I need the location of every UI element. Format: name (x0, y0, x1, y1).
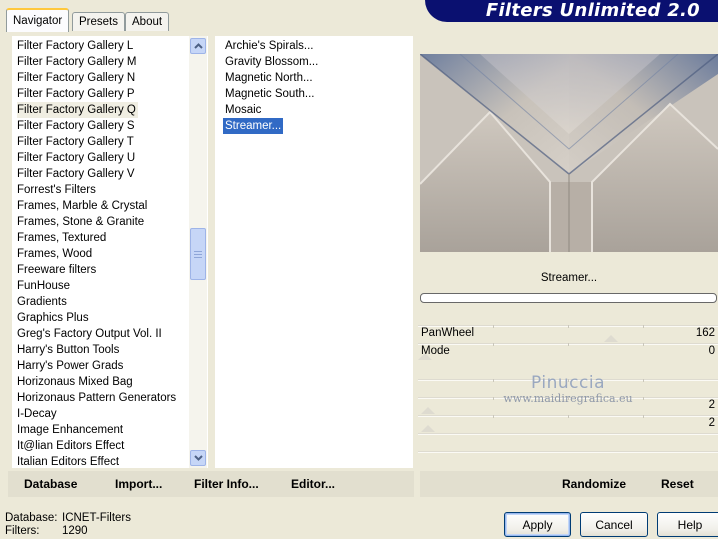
category-item[interactable]: Filter Factory Gallery S (17, 118, 137, 134)
param-label: Mode (421, 345, 450, 357)
database-label: Database: (5, 512, 58, 524)
slider-thumb[interactable] (421, 425, 435, 432)
filter-list[interactable]: Archie's Spirals... Gravity Blossom... Mag… (215, 36, 413, 468)
filters-label: Filters: (5, 525, 40, 537)
category-item[interactable]: Italian Editors Effect (17, 454, 121, 468)
category-item[interactable]: Frames, Stone & Granite (17, 214, 146, 230)
category-item[interactable]: Filter Factory Gallery T (17, 134, 136, 150)
slider-tick (568, 343, 569, 346)
import-button[interactable]: Import... (115, 477, 162, 491)
category-item[interactable]: Filter Factory Gallery M (17, 54, 139, 70)
category-item[interactable]: Harry's Power Grads (17, 358, 125, 374)
title-banner: Filters Unlimited 2.0 (425, 0, 718, 22)
tab-navigator[interactable]: Navigator (6, 8, 70, 32)
filter-item[interactable]: Archie's Spirals... (223, 38, 315, 54)
grip-icon (194, 250, 202, 258)
category-item[interactable]: Greg's Factory Output Vol. II (17, 326, 164, 342)
category-item[interactable]: Filter Factory Gallery Q (17, 102, 138, 118)
chevron-up-icon (193, 43, 203, 49)
category-item[interactable]: Filter Factory Gallery N (17, 70, 137, 86)
help-button[interactable]: Help (657, 512, 718, 537)
category-item[interactable]: Image Enhancement (17, 422, 125, 438)
category-item[interactable]: Graphics Plus (17, 310, 91, 326)
app-title: Filters Unlimited 2.0 (485, 0, 700, 21)
category-item[interactable]: Horizonaus Pattern Generators (17, 390, 178, 406)
left-button-bar: Database Import... Filter Info... Editor… (8, 471, 414, 497)
category-item[interactable]: Filter Factory Gallery U (17, 150, 137, 166)
right-button-bar: Randomize Reset (420, 471, 718, 497)
cancel-button[interactable]: Cancel (580, 512, 648, 537)
category-item[interactable]: Freeware filters (17, 262, 98, 278)
tab-about[interactable]: About (125, 12, 170, 31)
database-value: ICNET-Filters (62, 512, 131, 524)
param-slider[interactable]: Mode 0 (418, 343, 718, 361)
current-filter-name: Streamer... (540, 272, 598, 284)
slider-tick (493, 325, 494, 328)
slider-tick (493, 415, 494, 418)
category-item[interactable]: Horizonaus Mixed Bag (17, 374, 135, 390)
slider-track (418, 451, 718, 453)
category-item[interactable]: FunHouse (17, 278, 72, 294)
slider-tick (493, 343, 494, 346)
tab-presets[interactable]: Presets (72, 12, 125, 31)
category-item[interactable]: Filter Factory Gallery V (17, 166, 137, 182)
slider-tick (568, 415, 569, 418)
filter-item[interactable]: Mosaic (223, 102, 263, 118)
filters-count: 1290 (62, 525, 88, 537)
category-item[interactable]: Gradients (17, 294, 69, 310)
slider-tick (643, 415, 644, 418)
param-slider[interactable]: 2 (418, 415, 718, 433)
category-item[interactable]: Filter Factory Gallery L (17, 38, 135, 54)
watermark-url: www.maidiregrafica.eu (503, 392, 633, 405)
param-value: 162 (695, 327, 715, 339)
slider-track (418, 433, 718, 435)
status-area: Database: ICNET-Filters Filters: 1290 (5, 512, 131, 538)
filter-item[interactable]: Gravity Blossom... (223, 54, 320, 70)
category-item[interactable]: Forrest's Filters (17, 182, 98, 198)
slider-tick (643, 325, 644, 328)
category-item[interactable]: Frames, Marble & Crystal (17, 198, 149, 214)
scroll-up-button[interactable] (190, 38, 206, 54)
category-item[interactable]: Frames, Textured (17, 230, 108, 246)
slider-tick (568, 325, 569, 328)
filter-item[interactable]: Magnetic North... (223, 70, 315, 86)
category-item[interactable]: Filter Factory Gallery P (17, 86, 137, 102)
scroll-down-button[interactable] (190, 450, 206, 466)
category-item[interactable]: I-Decay (17, 406, 59, 422)
slider-tick (643, 343, 644, 346)
param-value: 2 (708, 417, 715, 429)
category-scrollbar[interactable] (189, 36, 207, 468)
watermark: Pinuccia www.maidiregrafica.eu (418, 373, 718, 405)
filter-info-button[interactable]: Filter Info... (194, 477, 259, 491)
progress-bar (420, 293, 717, 303)
chevron-down-icon (193, 455, 203, 461)
filter-item[interactable]: Streamer... (223, 118, 284, 134)
param-slider[interactable]: PanWheel 162 (418, 325, 718, 343)
category-item[interactable]: Harry's Button Tools (17, 342, 121, 358)
apply-button[interactable]: Apply (504, 512, 571, 537)
watermark-title: Pinuccia (531, 373, 605, 393)
category-list[interactable]: Filter Factory Gallery L Filter Factory G… (12, 36, 208, 468)
scroll-thumb[interactable] (190, 228, 206, 280)
category-item[interactable]: Frames, Wood (17, 246, 94, 262)
editor-button[interactable]: Editor... (291, 477, 335, 491)
param-value: 0 (708, 345, 715, 357)
database-button[interactable]: Database (24, 477, 77, 491)
filter-item[interactable]: Magnetic South... (223, 86, 317, 102)
reset-button[interactable]: Reset (661, 477, 694, 491)
param-label: PanWheel (421, 327, 475, 339)
randomize-button[interactable]: Randomize (562, 477, 626, 491)
filter-preview-image (420, 54, 718, 252)
slider-thumb[interactable] (604, 335, 618, 342)
category-item[interactable]: It@lian Editors Effect (17, 438, 126, 454)
slider-thumb[interactable] (421, 407, 435, 414)
